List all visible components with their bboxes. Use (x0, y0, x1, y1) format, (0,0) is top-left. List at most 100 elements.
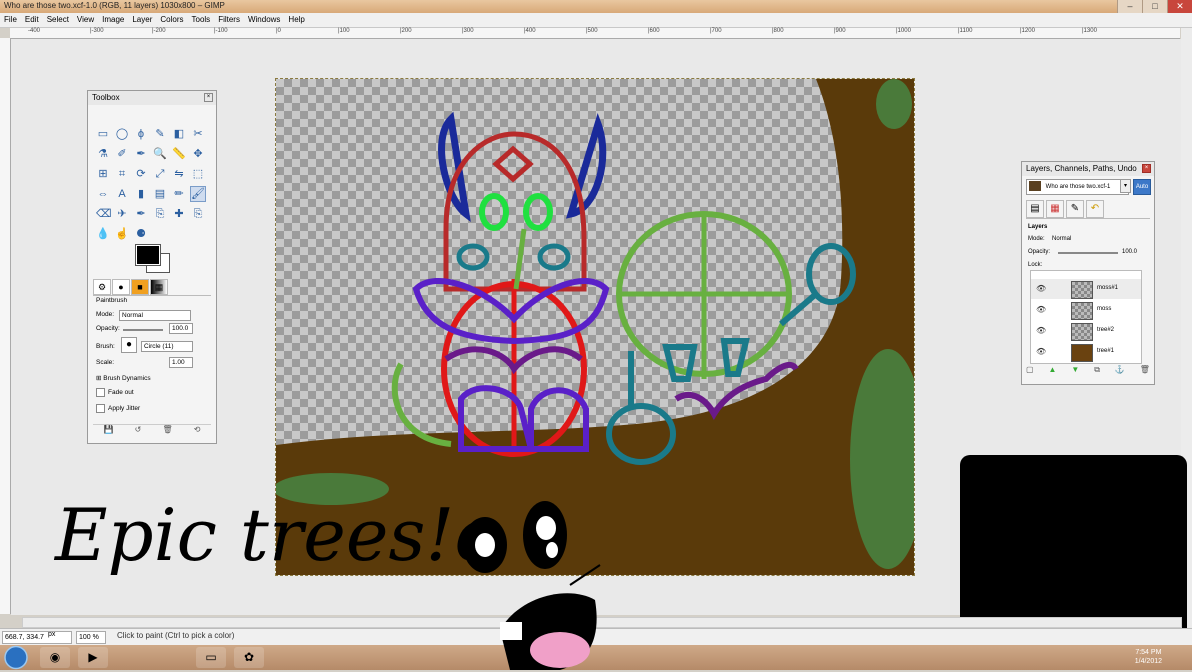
media-player-taskbar-icon[interactable]: ▶ (78, 647, 108, 668)
ink-icon[interactable]: ✒ (134, 207, 148, 221)
toolbox-close-button[interactable]: × (204, 93, 213, 102)
duplicate-layer-icon[interactable]: ⧉ (1094, 365, 1100, 377)
brush-name[interactable]: Circle (11) (141, 341, 193, 352)
menu-tools[interactable]: Tools (188, 13, 215, 27)
color-picker-icon[interactable]: ✒ (134, 147, 148, 161)
eraser-icon[interactable]: ⌫ (96, 207, 112, 221)
layer-mode-value[interactable]: Normal (1052, 236, 1071, 242)
bucket-fill-icon[interactable]: ▮ (134, 187, 148, 201)
channels-tab-icon[interactable]: ▦ (1046, 200, 1064, 218)
foreground-color-swatch[interactable] (135, 244, 161, 266)
brushes-tab[interactable]: ● (112, 279, 130, 295)
maximize-button[interactable]: □ (1142, 0, 1167, 13)
gradients-tab[interactable]: ▦ (150, 279, 168, 295)
menu-filters[interactable]: Filters (214, 13, 244, 27)
smudge-icon[interactable]: ☝ (115, 227, 129, 241)
eye-icon[interactable]: 👁 (1036, 326, 1046, 335)
layer-opacity-slider[interactable] (1058, 252, 1118, 254)
layers-close-button[interactable]: × (1142, 164, 1151, 173)
menu-layer[interactable]: Layer (128, 13, 156, 27)
scale-field[interactable]: 1.00 (169, 357, 193, 368)
rect-select-icon[interactable]: ▭ (96, 127, 110, 141)
gimp-taskbar-icon[interactable]: ✿ (234, 647, 264, 668)
image-canvas[interactable] (275, 78, 915, 576)
chrome-taskbar-icon[interactable]: ◉ (40, 647, 70, 668)
brush-preview[interactable]: ● (121, 337, 137, 353)
close-button[interactable]: ✕ (1167, 0, 1192, 13)
horizontal-ruler[interactable]: -400 |-300 |-200 |-100 |0 |100 |200 |300 |400 |50… (10, 28, 1180, 39)
layer-row[interactable]: 👁 tree#2 (1031, 321, 1141, 341)
blur-icon[interactable]: 💧 (96, 227, 110, 241)
patterns-tab[interactable]: ■ (131, 279, 149, 295)
rotate-icon[interactable]: ⟳ (134, 167, 148, 181)
blend-icon[interactable]: ▤ (153, 187, 167, 201)
menu-help[interactable]: Help (284, 13, 308, 27)
menu-file[interactable]: File (0, 13, 21, 27)
tool-options-tab[interactable]: ⚙ (93, 279, 111, 295)
auto-button[interactable]: Auto (1133, 179, 1151, 195)
fade-out-checkbox[interactable]: Fade out (96, 388, 134, 397)
layer-opacity-value[interactable]: 100.0 (1122, 249, 1137, 255)
crop-icon[interactable]: ⌗ (115, 167, 129, 181)
anchor-layer-icon[interactable]: ⚓ (1115, 365, 1125, 377)
fuzzy-select-icon[interactable]: ✎ (153, 127, 167, 141)
heal-icon[interactable]: ✚ (172, 207, 186, 221)
menu-edit[interactable]: Edit (21, 13, 43, 27)
start-button[interactable] (2, 645, 30, 670)
vertical-ruler[interactable] (0, 38, 11, 614)
airbrush-icon[interactable]: ✈ (115, 207, 129, 221)
reset-options-icon[interactable]: ⟲ (194, 425, 201, 439)
image-selector[interactable]: Who are those two.xcf-1 (1026, 179, 1129, 195)
menu-colors[interactable]: Colors (156, 13, 187, 27)
menu-view[interactable]: View (73, 13, 98, 27)
color-select-icon[interactable]: ◧ (172, 127, 186, 141)
layer-row[interactable]: 👁 moss (1031, 300, 1141, 320)
new-layer-icon[interactable]: ▢ (1026, 365, 1034, 377)
layer-row[interactable]: 👁 moss#1 (1031, 279, 1141, 299)
taskbar-clock[interactable]: 7:54 PM 1/4/2012 (1135, 648, 1162, 666)
apply-jitter-checkbox[interactable]: Apply Jitter (96, 404, 140, 413)
scissors-icon[interactable]: ✂ (191, 127, 205, 141)
flip-icon[interactable]: ⇔ (96, 187, 110, 201)
free-select-icon[interactable]: ϕ (134, 127, 148, 141)
eye-icon[interactable]: 👁 (1036, 305, 1046, 314)
eye-icon[interactable]: 👁 (1036, 284, 1046, 293)
move-icon[interactable]: ✥ (191, 147, 205, 161)
scale-icon[interactable]: ⤢ (153, 167, 167, 181)
paintbrush-icon[interactable]: 🖌 (190, 186, 206, 202)
horizontal-scrollbar[interactable] (22, 617, 1182, 628)
eye-icon[interactable]: 👁 (1036, 347, 1046, 356)
dodge-burn-icon[interactable]: ⚈ (134, 227, 148, 241)
delete-options-icon[interactable]: 🗑 (162, 425, 172, 439)
ellipse-select-icon[interactable]: ◯ (115, 127, 129, 141)
layers-tab-icon[interactable]: ▤ (1026, 200, 1044, 218)
shear-icon[interactable]: ⇋ (172, 167, 186, 181)
menu-select[interactable]: Select (43, 13, 73, 27)
measure-icon[interactable]: 📏 (172, 147, 186, 161)
align-icon[interactable]: ⊞ (96, 167, 110, 181)
minimize-button[interactable]: – (1117, 0, 1142, 13)
restore-options-icon[interactable]: ↺ (135, 425, 142, 439)
raise-layer-icon[interactable]: ▲ (1049, 365, 1057, 377)
brush-dynamics-expander[interactable]: ⊞ Brush Dynamics (96, 374, 151, 382)
opacity-field[interactable]: 100.0 (169, 323, 193, 334)
lower-layer-icon[interactable]: ▼ (1071, 365, 1079, 377)
pencil-icon[interactable]: ✏ (172, 187, 186, 201)
unit-select[interactable]: px (48, 631, 55, 638)
clone-icon[interactable]: ⎘ (153, 207, 167, 221)
text-icon[interactable]: A (115, 187, 129, 201)
paths-icon[interactable]: ✐ (115, 147, 129, 161)
zoom-icon[interactable]: 🔍 (153, 147, 167, 161)
menu-image[interactable]: Image (98, 13, 128, 27)
layer-row[interactable]: 👁 tree#1 (1031, 342, 1141, 362)
foreground-select-icon[interactable]: ⚗ (96, 147, 110, 161)
mode-select[interactable]: Normal (119, 310, 191, 321)
zoom-select[interactable]: 100 % (76, 631, 106, 644)
image-dropdown-icon[interactable]: ▾ (1120, 179, 1131, 193)
menu-windows[interactable]: Windows (244, 13, 284, 27)
perspective-icon[interactable]: ⬚ (191, 167, 205, 181)
perspective-clone-icon[interactable]: ⎘ (191, 207, 205, 221)
paths-tab-icon[interactable]: ✎ (1066, 200, 1084, 218)
delete-layer-icon[interactable]: 🗑 (1140, 365, 1150, 377)
undo-tab-icon[interactable]: ↶ (1086, 200, 1104, 218)
